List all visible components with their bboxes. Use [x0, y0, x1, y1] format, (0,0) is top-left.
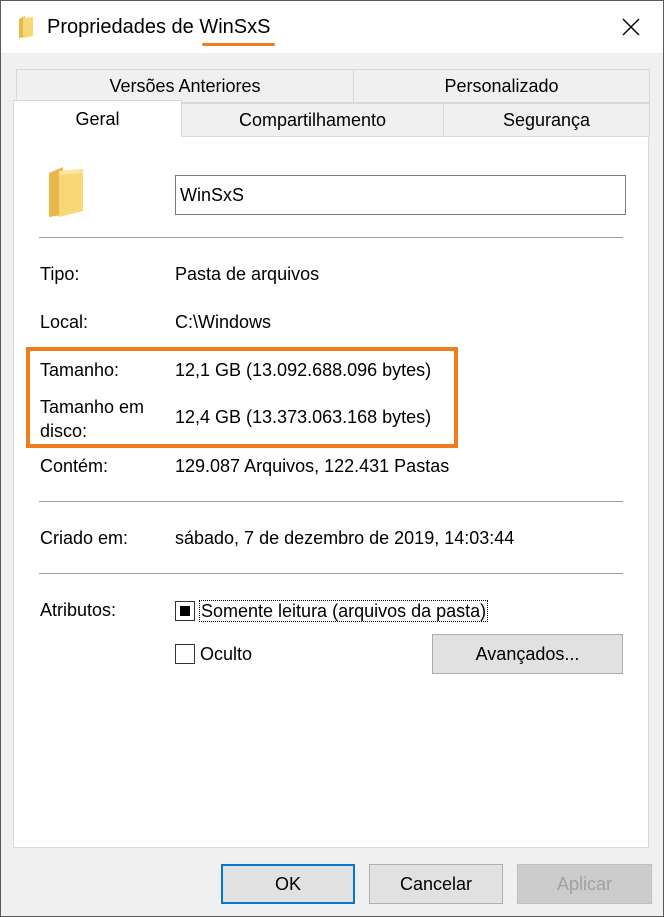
- title-highlight-underline: [202, 43, 275, 46]
- general-panel: [13, 136, 649, 848]
- readonly-label-text: Somente leitura (arquivos da pasta): [199, 600, 489, 622]
- hidden-checkbox[interactable]: [175, 644, 195, 664]
- attributes-label: Atributos:: [40, 600, 117, 620]
- separator: [39, 237, 623, 238]
- type-value: Pasta de arquivos: [175, 264, 320, 284]
- tab-previous-versions[interactable]: Versões Anteriores: [16, 69, 354, 103]
- hidden-checkbox-label[interactable]: Oculto: [200, 643, 252, 665]
- tab-sharing-label: Compartilhamento: [238, 109, 387, 130]
- advanced-button[interactable]: Avançados...: [432, 634, 623, 674]
- created-label: Criado em:: [40, 528, 129, 548]
- cancel-button-label: Cancelar: [399, 873, 473, 894]
- indeterminate-mark: [180, 606, 190, 616]
- location-label: Local:: [40, 312, 89, 332]
- tab-security-label: Segurança: [502, 109, 591, 130]
- size-highlight-box: [26, 347, 458, 448]
- separator: [39, 573, 623, 574]
- created-value: sábado, 7 de dezembro de 2019, 14:03:44: [175, 528, 515, 548]
- tab-previous-versions-label: Versões Anteriores: [109, 75, 261, 96]
- tab-customize[interactable]: Personalizado: [353, 69, 650, 103]
- type-label: Tipo:: [40, 264, 80, 284]
- tab-sharing[interactable]: Compartilhamento: [181, 103, 444, 137]
- title-bar[interactable]: Propriedades de WinSxS: [1, 1, 663, 53]
- tab-general-label: Geral: [75, 108, 120, 129]
- title-folder-name: WinSxS: [199, 16, 271, 38]
- ok-button[interactable]: OK: [221, 864, 355, 904]
- properties-window: Propriedades de WinSxS Versões Anteriore…: [0, 0, 664, 917]
- apply-button-label: Aplicar: [556, 873, 613, 894]
- contains-value: 129.087 Arquivos, 122.431 Pastas: [175, 456, 450, 476]
- title-prefix: Propriedades de: [47, 16, 200, 38]
- close-icon: [622, 18, 640, 36]
- folder-icon: [19, 16, 33, 38]
- close-button[interactable]: [599, 1, 663, 53]
- window-title: Propriedades de WinSxS: [47, 16, 270, 39]
- ok-button-label: OK: [274, 873, 301, 894]
- folder-icon: [49, 167, 83, 217]
- tab-customize-label: Personalizado: [444, 75, 559, 96]
- contains-label: Contém:: [40, 456, 109, 476]
- folder-name-input[interactable]: [175, 175, 626, 215]
- advanced-button-label: Avançados...: [475, 643, 580, 664]
- readonly-checkbox-label[interactable]: Somente leitura (arquivos da pasta): [199, 600, 489, 622]
- apply-button[interactable]: Aplicar: [517, 864, 652, 904]
- readonly-checkbox[interactable]: [175, 601, 195, 621]
- tab-general[interactable]: Geral: [13, 100, 182, 137]
- separator: [39, 501, 623, 502]
- cancel-button[interactable]: Cancelar: [369, 864, 503, 904]
- location-value: C:\Windows: [175, 312, 272, 332]
- tab-security[interactable]: Segurança: [443, 103, 650, 137]
